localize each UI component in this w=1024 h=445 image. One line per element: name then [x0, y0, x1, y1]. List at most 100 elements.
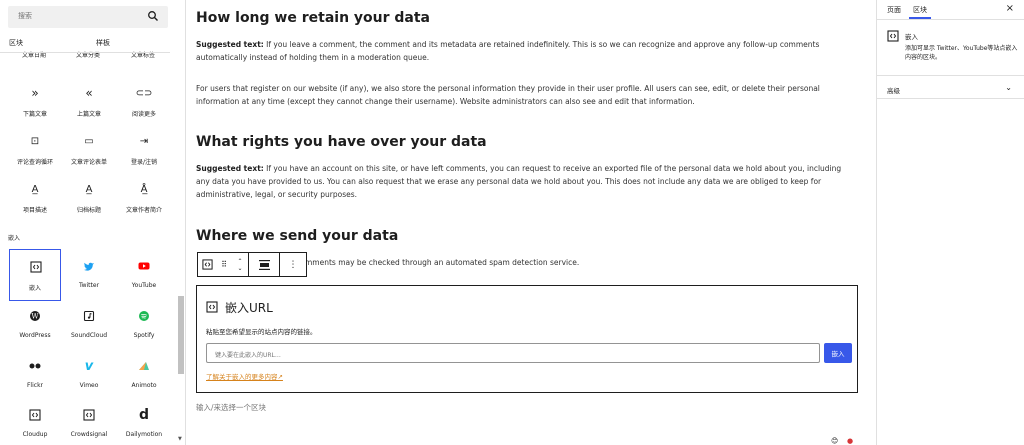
block-comments-query-loop[interactable]: ⊡ 评论查询循环	[9, 124, 61, 176]
heading-text: Where we send your data	[196, 228, 399, 244]
block-label: 登录/注销	[130, 159, 158, 166]
block-next-post[interactable]: » 下篇文章	[9, 76, 61, 128]
heading-retain[interactable]: How long we retain your data	[196, 10, 430, 26]
embed-button[interactable]: 嵌入	[824, 343, 852, 363]
more-options-icon[interactable]: ⋮	[280, 253, 306, 276]
block-dailymotion[interactable]: d Dailymotion	[118, 398, 170, 445]
align-button[interactable]	[249, 253, 279, 276]
block-animoto[interactable]: Animoto	[118, 349, 170, 401]
block-type-button[interactable]	[198, 253, 216, 276]
inserter-scrollbar[interactable]	[178, 296, 184, 374]
block-flickr[interactable]: Flickr	[9, 349, 61, 401]
paragraph-send[interactable]: mments may be checked through an automat…	[305, 256, 705, 269]
embed-url-input[interactable]: 键入要在此嵌入的URL…	[206, 343, 820, 363]
divider	[877, 75, 1024, 76]
align-icon	[258, 259, 270, 270]
block-embed[interactable]: 嵌入	[9, 249, 61, 301]
post-comments-form-icon: ▭	[84, 135, 94, 147]
tab-block[interactable]: 区块	[913, 5, 927, 15]
block-label: Animoto	[131, 382, 157, 389]
block-search-input[interactable]: 搜索	[8, 6, 168, 28]
block-label: Dailymotion	[125, 431, 163, 438]
chevron-down-icon[interactable]: ⌄	[237, 265, 242, 272]
learn-more-link[interactable]: 了解关于嵌入的更多内容↗	[206, 371, 283, 381]
tab-blocks[interactable]: 区块	[9, 38, 23, 48]
dailymotion-icon: d	[138, 407, 150, 423]
paragraph-retain-1[interactable]: Suggested text: If you leave a comment, …	[196, 38, 856, 64]
soundcloud-icon	[80, 307, 98, 325]
embed-icon	[201, 259, 213, 270]
suggested-label: Suggested text:	[196, 40, 264, 49]
notification-icon[interactable]: ●	[847, 437, 853, 445]
paragraph-text: For users that register on our website (…	[196, 84, 820, 106]
editor-canvas: How long we retain your data Suggested t…	[187, 0, 867, 445]
scroll-down-arrow-icon[interactable]: ▼	[178, 436, 182, 442]
post-author-bio-icon: Å̲	[140, 183, 148, 195]
close-icon[interactable]: ×	[1006, 3, 1014, 14]
block-crowdsignal[interactable]: Crowdsignal	[63, 398, 115, 445]
block-vimeo[interactable]: v Vimeo	[63, 349, 115, 401]
paragraph-retain-2[interactable]: For users that register on our website (…	[196, 82, 856, 108]
block-label: Vimeo	[79, 382, 99, 389]
svg-text:W: W	[31, 312, 39, 320]
category-embed-label: 嵌入	[8, 235, 21, 242]
embed-block-placeholder[interactable]: 嵌入URL 粘贴至您希望显示的站点内容的链接。 键入要在此嵌入的URL… 嵌入 …	[196, 285, 858, 393]
chevron-down-icon[interactable]: ⌄	[1005, 83, 1012, 92]
learn-more-text: 了解关于嵌入的更多内容	[206, 373, 278, 381]
block-label: Cloudup	[22, 431, 48, 438]
block-login-logout[interactable]: ⇥ 登录/注销	[118, 124, 170, 176]
paragraph-text: mments may be checked through an automat…	[305, 258, 580, 267]
embed-url-placeholder: 键入要在此嵌入的URL…	[215, 352, 281, 359]
next-post-icon: »	[31, 86, 39, 100]
chevron-up-icon[interactable]: ⌃	[237, 258, 242, 265]
block-label: 上篇文章	[76, 111, 101, 118]
divider	[877, 19, 1024, 20]
block-toolbar: ⠿ ⌃ ⌄ ⋮	[197, 252, 307, 277]
archive-title-icon: A̲	[85, 183, 93, 195]
block-wordpress[interactable]: W WordPress	[9, 299, 61, 351]
block-archive-title[interactable]: A̲ 归档标题	[63, 172, 115, 224]
block-label: 文章作者简介	[125, 207, 162, 214]
suggested-label: Suggested text:	[196, 164, 264, 173]
tab-patterns[interactable]: 样板	[96, 38, 110, 48]
block-soundcloud[interactable]: SoundCloud	[63, 299, 115, 351]
tabs-divider	[0, 52, 170, 53]
block-post-comments-form[interactable]: ▭ 文章评论表单	[63, 124, 115, 176]
block-term-description[interactable]: A̲ 项目描述	[9, 172, 61, 224]
block-previous-post[interactable]: « 上篇文章	[63, 76, 115, 128]
block-label: 项目描述	[22, 207, 47, 214]
drag-handle-icon[interactable]: ⠿	[216, 253, 232, 276]
term-description-icon: A̲	[31, 183, 39, 195]
block-label: 文章评论表单	[70, 159, 107, 166]
embed-icon	[887, 30, 899, 42]
crowdsignal-icon	[80, 406, 98, 424]
advanced-panel-toggle[interactable]: 高级	[887, 85, 900, 95]
embed-icon	[27, 258, 45, 276]
block-editor: 搜索 区块 样板 文章日期 文章分类 文章标签 » 下篇文章 « 上篇文章 ⊂⊃…	[0, 0, 1024, 445]
heading-rights[interactable]: What rights you have over your data	[196, 134, 487, 150]
heading-send[interactable]: Where we send your data	[196, 228, 398, 244]
block-inserter-panel: 搜索 区块 样板 文章日期 文章分类 文章标签 » 下篇文章 « 上篇文章 ⊂⊃…	[0, 0, 186, 445]
block-card-description: 添加可显示 Twitter、YouTube等站点嵌入内容的区块。	[905, 45, 1018, 61]
block-post-author-bio[interactable]: Å̲ 文章作者简介	[118, 172, 170, 224]
default-block-appender[interactable]: 输入/来选择一个区块	[196, 402, 266, 413]
cloudup-icon	[26, 406, 44, 424]
tab-page[interactable]: 页面	[887, 5, 901, 15]
block-label: 评论查询循环	[16, 159, 53, 166]
previous-post-icon: «	[85, 86, 93, 100]
login-logout-icon: ⇥	[139, 135, 149, 147]
block-spotify[interactable]: Spotify	[118, 299, 170, 351]
search-placeholder: 搜索	[18, 12, 32, 20]
move-up-down-buttons[interactable]: ⌃ ⌄	[232, 253, 248, 276]
emoji-icon: 😊	[831, 437, 839, 445]
heading-text: What rights you have over your data	[196, 134, 487, 150]
block-cloudup[interactable]: Cloudup	[9, 398, 61, 445]
block-twitter[interactable]: Twitter	[63, 249, 115, 301]
block-label: WordPress	[19, 332, 51, 339]
paragraph-rights[interactable]: Suggested text: If you have an account o…	[196, 162, 856, 201]
block-label: Twitter	[78, 282, 100, 289]
flickr-icon	[26, 357, 44, 375]
block-read-more[interactable]: ⊂⊃ 阅读更多	[118, 76, 170, 128]
block-label: YouTube	[131, 282, 157, 289]
block-youtube[interactable]: YouTube	[118, 249, 170, 301]
